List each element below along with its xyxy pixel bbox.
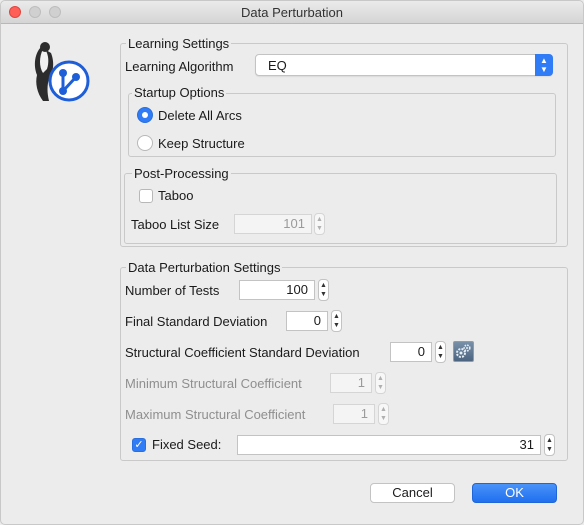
post-processing-group <box>124 173 557 244</box>
title-bar: Data Perturbation <box>1 1 583 24</box>
keep-structure-label: Keep Structure <box>158 136 245 151</box>
taboo-list-size-stepper[interactable]: ▲ ▼ <box>314 213 325 235</box>
settings-gears-button[interactable] <box>453 341 474 362</box>
fixed-seed-checkbox[interactable]: ✓ <box>132 438 146 452</box>
structural-coef-sd-stepper[interactable]: ▲ ▼ <box>435 341 446 363</box>
learning-algorithm-value: EQ <box>268 58 287 73</box>
max-structural-coef-label: Maximum Structural Coefficient <box>125 407 306 422</box>
post-processing-legend: Post-Processing <box>132 166 231 181</box>
startup-options-legend: Startup Options <box>132 85 227 100</box>
learning-algorithm-label: Learning Algorithm <box>125 59 234 74</box>
delete-all-arcs-label: Delete All Arcs <box>158 108 242 123</box>
structural-coef-sd-label: Structural Coefficient Standard Deviatio… <box>125 345 360 360</box>
taboo-checkbox[interactable] <box>139 189 153 203</box>
cancel-button[interactable]: Cancel <box>370 483 455 503</box>
min-structural-coef-label: Minimum Structural Coefficient <box>125 376 302 391</box>
chevron-up-down-icon: ▲ ▼ <box>535 54 553 76</box>
final-sd-label: Final Standard Deviation <box>125 314 268 329</box>
number-of-tests-label: Number of Tests <box>125 283 220 298</box>
final-sd-field[interactable]: 0 <box>286 311 328 331</box>
max-structural-coef-field[interactable]: 1 <box>333 404 375 424</box>
gears-icon <box>456 344 471 358</box>
ok-button[interactable]: OK <box>472 483 557 503</box>
keep-structure-radio[interactable] <box>137 135 153 151</box>
data-perturbation-legend: Data Perturbation Settings <box>126 260 283 275</box>
learning-algorithm-select[interactable]: EQ ▲ ▼ <box>255 54 553 76</box>
app-logo-icon <box>27 39 93 109</box>
dialog-window: Data Perturbation Learning Settings Lear… <box>0 0 584 525</box>
taboo-list-size-field[interactable]: 101 <box>234 214 312 234</box>
number-of-tests-stepper[interactable]: ▲ ▼ <box>318 279 329 301</box>
fixed-seed-field[interactable]: 31 <box>237 435 541 455</box>
taboo-list-size-label: Taboo List Size <box>131 217 220 232</box>
window-title: Data Perturbation <box>241 5 343 20</box>
fixed-seed-stepper[interactable]: ▲ ▼ <box>544 434 555 456</box>
final-sd-stepper[interactable]: ▲ ▼ <box>331 310 342 332</box>
min-structural-coef-field[interactable]: 1 <box>330 373 372 393</box>
learning-settings-legend: Learning Settings <box>126 36 232 51</box>
number-of-tests-field[interactable]: 100 <box>239 280 315 300</box>
taboo-label: Taboo <box>158 188 194 203</box>
fixed-seed-label: Fixed Seed: <box>152 437 222 452</box>
delete-all-arcs-radio[interactable] <box>137 107 153 123</box>
structural-coef-sd-field[interactable]: 0 <box>390 342 432 362</box>
max-structural-coef-stepper[interactable]: ▲ ▼ <box>378 403 389 425</box>
min-structural-coef-stepper[interactable]: ▲ ▼ <box>375 372 386 394</box>
